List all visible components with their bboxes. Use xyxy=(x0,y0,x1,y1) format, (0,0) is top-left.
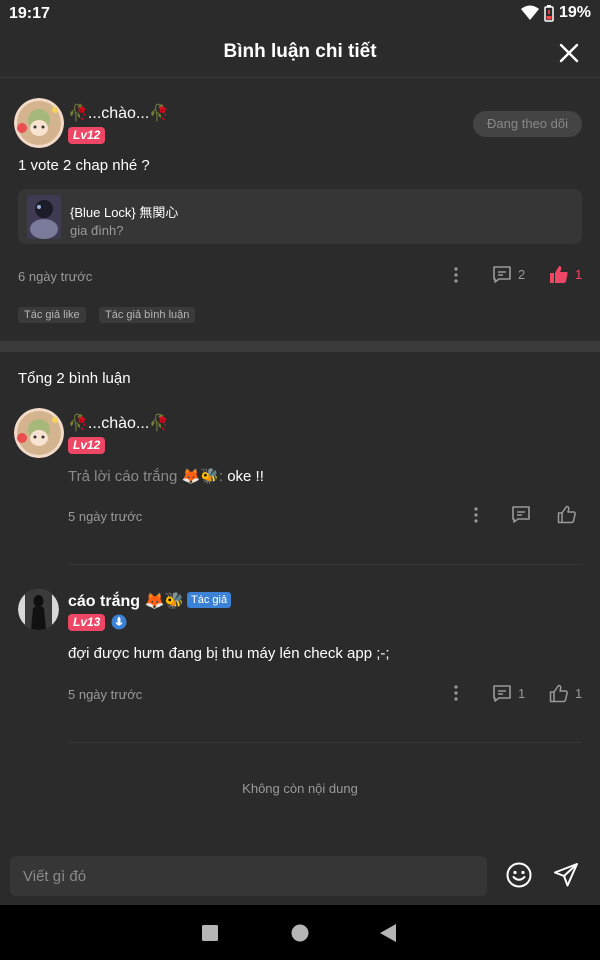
comment-composer xyxy=(0,847,600,905)
level-badge: Lv12 xyxy=(68,127,106,144)
total-comments-label: Tổng 2 bình luận xyxy=(18,370,131,387)
send-icon[interactable] xyxy=(553,862,579,888)
like-count: 1 xyxy=(575,267,583,282)
status-icons: 19% xyxy=(520,4,591,22)
comment-timestamp: 5 ngày trước xyxy=(68,509,143,524)
comment-divider xyxy=(68,564,582,565)
comment-content: đợi được hưm đang bị thu máy lén check a… xyxy=(68,645,390,662)
thumbs-up-icon[interactable] xyxy=(557,505,577,524)
page-title: Bình luận chi tiết xyxy=(223,41,377,62)
reply-text: oke !! xyxy=(227,468,264,485)
follow-button[interactable]: Đang theo dõi xyxy=(473,111,582,137)
close-icon[interactable] xyxy=(558,42,580,64)
more-options-icon[interactable] xyxy=(450,684,462,702)
comment-icon[interactable] xyxy=(511,505,531,524)
comment-button[interactable]: 1 xyxy=(492,684,525,703)
status-bar: 19:17 19% xyxy=(0,0,600,28)
tag-author-like: Tác giả like xyxy=(18,307,86,323)
back-icon[interactable] xyxy=(380,924,397,942)
post-username[interactable]: 🥀...chào...🥀 xyxy=(68,103,169,123)
comment-icon xyxy=(493,685,511,702)
like-button[interactable]: 1 xyxy=(549,684,582,703)
comment-button[interactable]: 2 xyxy=(492,265,525,284)
quoted-post-title: {Blue Lock} 無関心 xyxy=(70,205,179,220)
thumbs-up-icon xyxy=(549,684,568,703)
comment-username[interactable]: cáo trắng 🦊🐝 xyxy=(68,591,184,611)
comment-count: 1 xyxy=(518,686,526,701)
like-button[interactable]: 1 xyxy=(549,265,582,284)
end-of-content-label: Không còn nội dung xyxy=(242,781,358,796)
comment-timestamp: 5 ngày trước xyxy=(68,687,143,702)
wifi-icon xyxy=(520,5,539,20)
quoted-post-thumbnail xyxy=(27,195,61,239)
like-count: 1 xyxy=(575,686,583,701)
post-timestamp: 6 ngày trước xyxy=(18,269,93,284)
more-options-icon[interactable] xyxy=(450,266,462,284)
system-nav-bar xyxy=(0,905,600,960)
reply-prefix[interactable]: Trả lời cáo trắng 🦊🐝: xyxy=(68,468,223,485)
quoted-post-subtitle: gia đình? xyxy=(70,223,124,238)
author-badge: Tác giả xyxy=(187,592,232,608)
comment-content: Trả lời cáo trắng 🦊🐝: oke !! xyxy=(68,467,264,485)
home-icon[interactable] xyxy=(291,924,309,942)
avatar[interactable] xyxy=(18,589,59,630)
more-options-icon[interactable] xyxy=(470,506,482,524)
post-content: 1 vote 2 chap nhé ? xyxy=(18,157,150,174)
header: Bình luận chi tiết xyxy=(0,28,600,78)
comment-divider xyxy=(68,742,582,743)
comment-icon xyxy=(493,266,511,283)
avatar[interactable] xyxy=(14,408,64,458)
comment-username[interactable]: 🥀...chào...🥀 xyxy=(68,413,169,433)
comment-input[interactable] xyxy=(10,856,487,896)
tag-author-comment: Tác giả bình luận xyxy=(99,307,196,323)
battery-icon xyxy=(544,4,554,22)
status-time: 19:17 xyxy=(9,5,50,22)
avatar[interactable] xyxy=(14,98,64,148)
level-badge: Lv13 xyxy=(68,614,106,631)
emoji-icon[interactable] xyxy=(506,862,532,888)
battery-level: 19% xyxy=(558,4,591,21)
comment-count: 2 xyxy=(518,267,526,282)
quoted-post-card[interactable]: {Blue Lock} 無関心 gia đình? xyxy=(18,189,582,244)
level-badge: Lv12 xyxy=(68,437,106,454)
recent-apps-icon[interactable] xyxy=(202,925,218,941)
section-divider xyxy=(0,341,600,352)
verified-badge-icon xyxy=(111,614,127,630)
thumbs-up-filled-icon xyxy=(550,266,568,283)
